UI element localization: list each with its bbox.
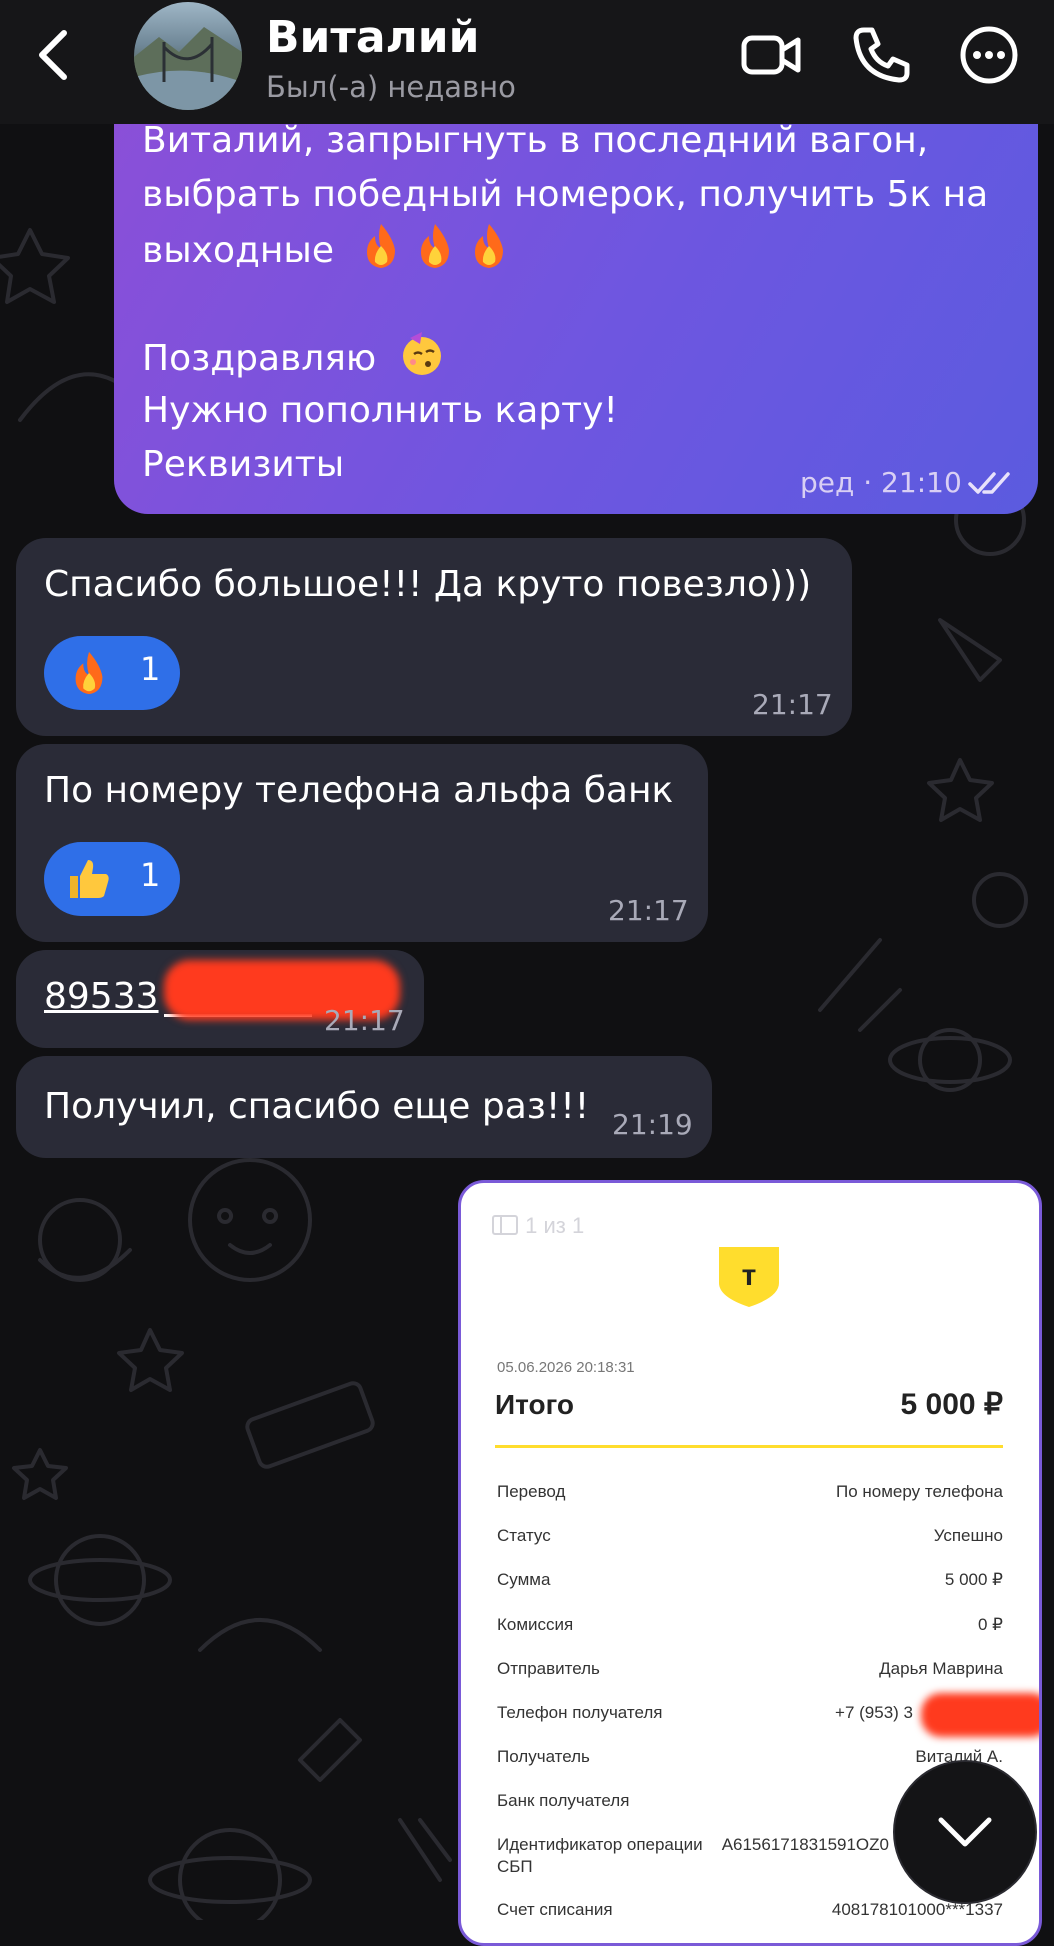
receipt-row-value: A6156171831591OZ0 [721, 1835, 889, 1854]
message-time: 21:19 [612, 1108, 693, 1141]
message-text-line: выходные [142, 222, 521, 278]
double-check-icon [968, 472, 1010, 494]
bank-logo-icon: т [719, 1247, 779, 1307]
incoming-message[interactable]: По номеру телефона альфа банк 1 21:17 [16, 744, 708, 942]
bank-logo-letter: т [742, 1259, 757, 1292]
avatar[interactable] [134, 2, 242, 110]
receipt-row-value: +7 (953) 3 [835, 1703, 913, 1722]
receipt-row-value: 0 ₽ [978, 1615, 1003, 1634]
more-icon[interactable] [958, 24, 1020, 86]
fire-emoji-icon [421, 224, 450, 268]
outgoing-message[interactable]: Виталий, запрыгнуть в последний вагон, в… [114, 90, 1038, 514]
receipt-row-label: Сумма [497, 1570, 551, 1589]
message-meta: ред · 21:10 [800, 466, 962, 499]
message-time: 21:17 [608, 894, 689, 927]
reaction-chip[interactable]: 1 [44, 842, 180, 916]
page-counter: 1 из 1 [491, 1213, 584, 1239]
fire-icon [75, 651, 103, 695]
reaction-chip[interactable]: 1 [44, 636, 180, 710]
chat-header: Виталий Был(-а) недавно [0, 0, 1054, 124]
receipt-row-label: Отправитель [497, 1659, 600, 1678]
receipt-row-label: СБП [497, 1857, 533, 1876]
receipt-row-label: Телефон получателя [497, 1703, 663, 1722]
receipt-datetime: 05.06.2026 20:18:31 [497, 1359, 635, 1376]
video-call-icon[interactable] [740, 24, 802, 86]
receipt-row-value: Успешно [933, 1526, 1003, 1545]
total-label: Итого [495, 1389, 574, 1420]
receipt-row-value: Дарья Маврина [879, 1659, 1003, 1678]
receipt-row-label: Идентификатор операции [497, 1835, 703, 1854]
message-text-line: Нужно пополнить карту! [142, 390, 618, 431]
scroll-to-bottom-button[interactable] [893, 1760, 1037, 1904]
reaction-count: 1 [140, 650, 161, 688]
receipt-row-value: По номеру телефона [835, 1482, 1003, 1501]
reaction-count: 1 [140, 856, 161, 894]
message-text-line: выбрать победный номерок, получить 5к на [142, 174, 989, 215]
message-text-line: Реквизиты [142, 444, 345, 485]
receipt-row-value: 5 000 ₽ [944, 1570, 1003, 1589]
message-text: Спасибо большое!!! Да круто повезло))) [44, 564, 812, 605]
total-divider [495, 1445, 1003, 1448]
receipt-row-label: Счет списания [497, 1900, 613, 1919]
receipt-row-label: Получатель [497, 1747, 590, 1766]
message-time: 21:17 [752, 688, 833, 721]
incoming-message[interactable]: 89533 21:17 [16, 950, 424, 1048]
phone-number-link[interactable]: 89533 [44, 970, 159, 1024]
message-time: 21:17 [324, 1004, 405, 1037]
message-text-line: Поздравляю [142, 330, 454, 386]
contact-name[interactable]: Виталий [266, 12, 479, 63]
receipt-row-label: Комиссия [497, 1615, 574, 1634]
thumbs-up-icon [70, 860, 109, 898]
receipt-row-label: Статус [497, 1526, 551, 1545]
chevron-down-icon [938, 1817, 992, 1847]
pages-icon [492, 1215, 518, 1235]
receipt-row-label: Банк получателя [497, 1791, 630, 1810]
back-chevron-icon[interactable] [30, 25, 80, 85]
message-text: По номеру телефона альфа банк [44, 770, 674, 811]
incoming-message[interactable]: Получил, спасибо еще раз!!! 21:19 [16, 1056, 712, 1158]
redaction-mark [921, 1693, 1039, 1737]
phone-icon[interactable] [850, 24, 912, 86]
fire-emoji-icon [475, 224, 504, 268]
total-value: 5 000 ₽ [900, 1388, 1004, 1421]
contact-status: Был(-а) недавно [266, 70, 516, 104]
receipt-row-value: 408178101000***1337 [831, 1900, 1003, 1919]
incoming-message[interactable]: Спасибо большое!!! Да круто повезло))) 1… [16, 538, 852, 736]
fire-emoji-icon [367, 224, 396, 268]
message-text: Получил, спасибо еще раз!!! [44, 1086, 590, 1127]
party-face-emoji-icon [402, 332, 441, 375]
receipt-row-label: Перевод [497, 1482, 566, 1501]
